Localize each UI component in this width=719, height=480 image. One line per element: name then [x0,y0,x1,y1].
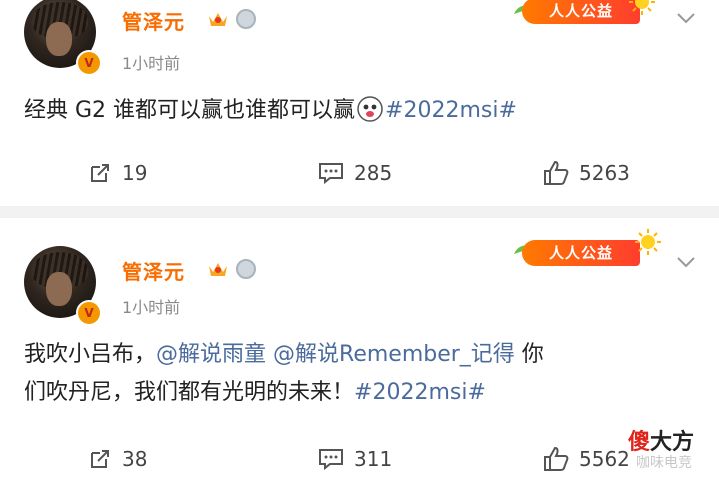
laughing-face-emoji-icon [357,96,383,122]
faint-watermark: 咖味电竞 [636,455,692,471]
medal-icon [236,259,256,279]
comment-icon [319,449,343,471]
post-time: 1小时前 [122,54,181,73]
repost-icon [91,164,109,182]
post-text: 经典 G2 谁都可以赢也谁都可以赢 [24,98,356,123]
post-text: 你 [514,342,544,367]
comment-icon [319,163,343,185]
repost-count: 38 [122,447,148,471]
like-icon [544,446,569,471]
sun-icon [635,229,661,255]
post-content: 经典 G2 谁都可以赢也谁都可以赢 #2022msi# [24,92,694,130]
post-line-2: 们吹丹尼，我们都有光明的未来！#2022msi# [24,374,694,412]
username[interactable]: 管泽元 [122,6,185,35]
medal-icon [236,9,256,29]
charity-badge[interactable]: 人人公益 [522,0,640,24]
like-count: 5562 [579,447,630,471]
mention-link[interactable]: @解说雨童 [156,342,266,367]
chevron-down-icon[interactable] [676,256,696,268]
hashtag-link[interactable]: #2022msi# [385,98,517,123]
weibo-post-1: V 管泽元 1小时前 人人公益 经典 G2 谁都可以赢也谁都可以赢 #2022m… [0,0,719,208]
repost-icon [91,450,109,468]
like-button[interactable]: 5263 [543,158,630,188]
post-divider [0,206,719,218]
comment-button[interactable]: 285 [318,158,392,188]
comment-button[interactable]: 311 [318,444,392,474]
weibo-post-2: V 管泽元 1小时前 人人公益 我吹小吕布，@解说雨童 @解说Remember_… [0,218,719,480]
repost-button[interactable]: 38 [88,444,147,474]
post-content: 我吹小吕布，@解说雨童 @解说Remember_记得 你 们吹丹尼，我们都有光明… [24,336,694,412]
crown-icon [209,263,227,276]
like-icon [544,160,569,185]
like-count: 5263 [579,161,630,185]
crown-icon [209,13,227,26]
charity-badge[interactable]: 人人公益 [522,240,640,266]
verified-badge: V [76,300,102,326]
username[interactable]: 管泽元 [122,256,185,285]
post-text: 我吹小吕布， [24,342,157,367]
verified-badge: V [76,50,102,76]
hashtag-link[interactable]: #2022msi# [354,380,486,405]
repost-button[interactable]: 19 [88,158,147,188]
repost-count: 19 [122,161,148,185]
post-time: 1小时前 [122,298,181,317]
post-line-1: 我吹小吕布，@解说雨童 @解说Remember_记得 你 [24,336,694,374]
like-button[interactable]: 5562 [543,444,630,474]
chevron-down-icon[interactable] [676,12,696,24]
post-text: 们吹丹尼，我们都有光明的未来！ [24,380,355,405]
sun-icon [629,0,655,15]
mention-link[interactable]: @解说Remember_记得 [273,342,515,367]
comment-count: 285 [354,161,393,185]
comment-count: 311 [354,447,393,471]
